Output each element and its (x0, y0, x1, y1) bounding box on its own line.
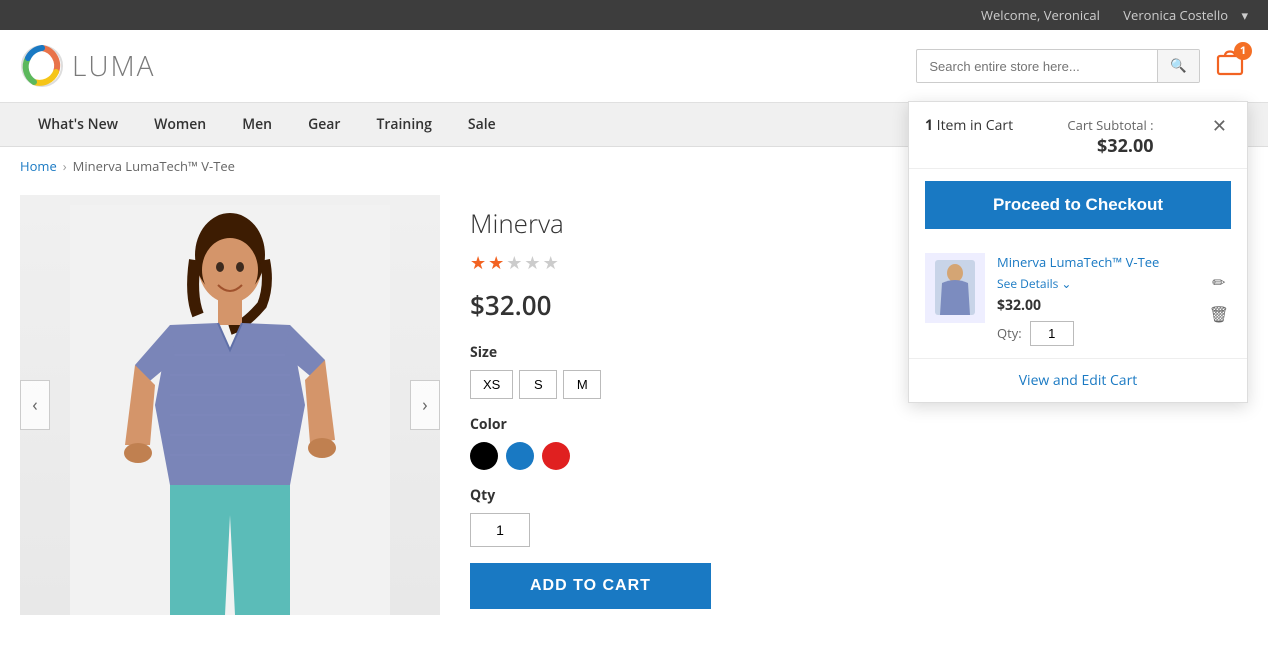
top-bar: Welcome, Veronical Veronica Costello ▾ (0, 0, 1268, 30)
size-s[interactable]: S (519, 370, 557, 399)
nav-item-women[interactable]: Women (136, 103, 224, 146)
cart-item-image (925, 253, 985, 323)
product-title: Minerva (470, 205, 880, 241)
cart-subtotal-amount: $32.00 (1067, 134, 1153, 158)
search-bar: 🔍 (916, 49, 1200, 83)
cart-dropdown-header: 1 Item in Cart Cart Subtotal : $32.00 ✕ (909, 102, 1247, 169)
cart-item-edit-button[interactable]: ✏ (1210, 271, 1227, 295)
nav-item-training[interactable]: Training (358, 103, 449, 146)
search-icon: 🔍 (1170, 58, 1187, 73)
search-input[interactable] (917, 51, 1157, 82)
logo[interactable]: LUMA (20, 44, 155, 88)
user-menu[interactable]: Veronica Costello ▾ (1113, 6, 1248, 24)
product-rating: ★ ★ ★ ★ ★ (470, 251, 880, 275)
cart-item-count: 1 Item in Cart (925, 116, 1013, 135)
cart-qty-label: Qty: (997, 324, 1022, 342)
cart-count-number: 1 (925, 116, 933, 135)
cart-item-details: Minerva LumaTech™ V-Tee See Details ⌄ $3… (997, 253, 1195, 346)
cart-badge: 1 (1234, 42, 1252, 60)
prev-image-button[interactable]: ‹ (20, 380, 50, 430)
cart-item-name-text: Minerva LumaTech™ V-Tee (997, 253, 1159, 271)
see-details-chevron-icon: ⌄ (1061, 275, 1071, 292)
cart-qty-input[interactable] (1030, 321, 1074, 346)
see-details-label: See Details (997, 275, 1058, 292)
see-details-toggle[interactable]: See Details ⌄ (997, 275, 1195, 292)
breadcrumb-home[interactable]: Home (20, 157, 57, 175)
trash-icon: 🗑 (1209, 307, 1229, 324)
color-label: Color (470, 415, 880, 434)
view-edit-cart-link[interactable]: View and Edit Cart (909, 359, 1247, 402)
size-m[interactable]: M (563, 370, 601, 399)
qty-input[interactable] (470, 513, 530, 547)
product-image-svg (70, 205, 390, 615)
cart-item-price: $32.00 (997, 296, 1195, 315)
header: LUMA 🔍 1 1 Item in Cart Cart (0, 30, 1268, 103)
logo-icon (20, 44, 64, 88)
cart-item: Minerva LumaTech™ V-Tee See Details ⌄ $3… (909, 241, 1247, 359)
size-options: XS S M (470, 370, 880, 399)
product-canvas (20, 195, 440, 615)
cart-count-label: Item in Cart (937, 116, 1013, 135)
edit-icon: ✏ (1212, 275, 1225, 292)
cart-item-qty-row: Qty: (997, 321, 1195, 346)
breadcrumb-current: Minerva LumaTech™ V-Tee (73, 157, 235, 175)
cart-item-thumbnail (930, 255, 980, 320)
star-2: ★ (488, 251, 504, 275)
cart-item-name[interactable]: Minerva LumaTech™ V-Tee (997, 253, 1195, 271)
nav-item-sale[interactable]: Sale (450, 103, 514, 146)
size-xs[interactable]: XS (470, 370, 513, 399)
cart-subtotal-area: Cart Subtotal : $32.00 (1067, 116, 1153, 158)
color-options (470, 442, 880, 470)
product-price: $32.00 (470, 287, 880, 323)
add-to-cart-button[interactable]: Add to Cart (470, 563, 711, 609)
cart-subtotal-label: Cart Subtotal : (1067, 116, 1153, 134)
product-details: Minerva ★ ★ ★ ★ ★ $32.00 Size XS S M Col… (470, 195, 880, 615)
cart-item-actions: ✏ 🗑 (1207, 253, 1231, 346)
color-blue[interactable] (506, 442, 534, 470)
cart-close-button[interactable]: ✕ (1208, 116, 1231, 137)
logo-text: LUMA (72, 47, 155, 85)
cart-dropdown: 1 Item in Cart Cart Subtotal : $32.00 ✕ … (908, 101, 1248, 403)
product-image (20, 195, 440, 615)
star-4: ★ (524, 251, 540, 275)
nav-item-gear[interactable]: Gear (290, 103, 358, 146)
search-button[interactable]: 🔍 (1157, 50, 1199, 82)
cart-item-delete-button[interactable]: 🗑 (1207, 303, 1231, 327)
welcome-text: Welcome, Veronical (981, 6, 1100, 24)
star-1: ★ (470, 251, 486, 275)
proceed-to-checkout-button[interactable]: Proceed to Checkout (925, 181, 1231, 229)
cart-icon-wrapper[interactable]: 1 (1212, 46, 1248, 87)
user-name-label: Veronica Costello (1123, 6, 1228, 24)
star-5: ★ (543, 251, 559, 275)
product-image-area: ‹ › (20, 195, 440, 615)
size-label: Size (470, 343, 880, 362)
color-black[interactable] (470, 442, 498, 470)
star-3: ★ (506, 251, 522, 275)
breadcrumb-separator: › (63, 157, 67, 175)
user-dropdown-icon: ▾ (1241, 6, 1248, 24)
nav-item-whats-new[interactable]: What's New (20, 103, 136, 146)
qty-label: Qty (470, 486, 880, 505)
color-red[interactable] (542, 442, 570, 470)
main-content: ‹ › Minerva ★ ★ ★ ★ ★ $32.00 Size XS S M… (0, 185, 900, 625)
next-image-button[interactable]: › (410, 380, 440, 430)
header-right: 🔍 1 1 Item in Cart Cart Subtotal : $32.0… (916, 46, 1248, 87)
nav-item-men[interactable]: Men (224, 103, 290, 146)
